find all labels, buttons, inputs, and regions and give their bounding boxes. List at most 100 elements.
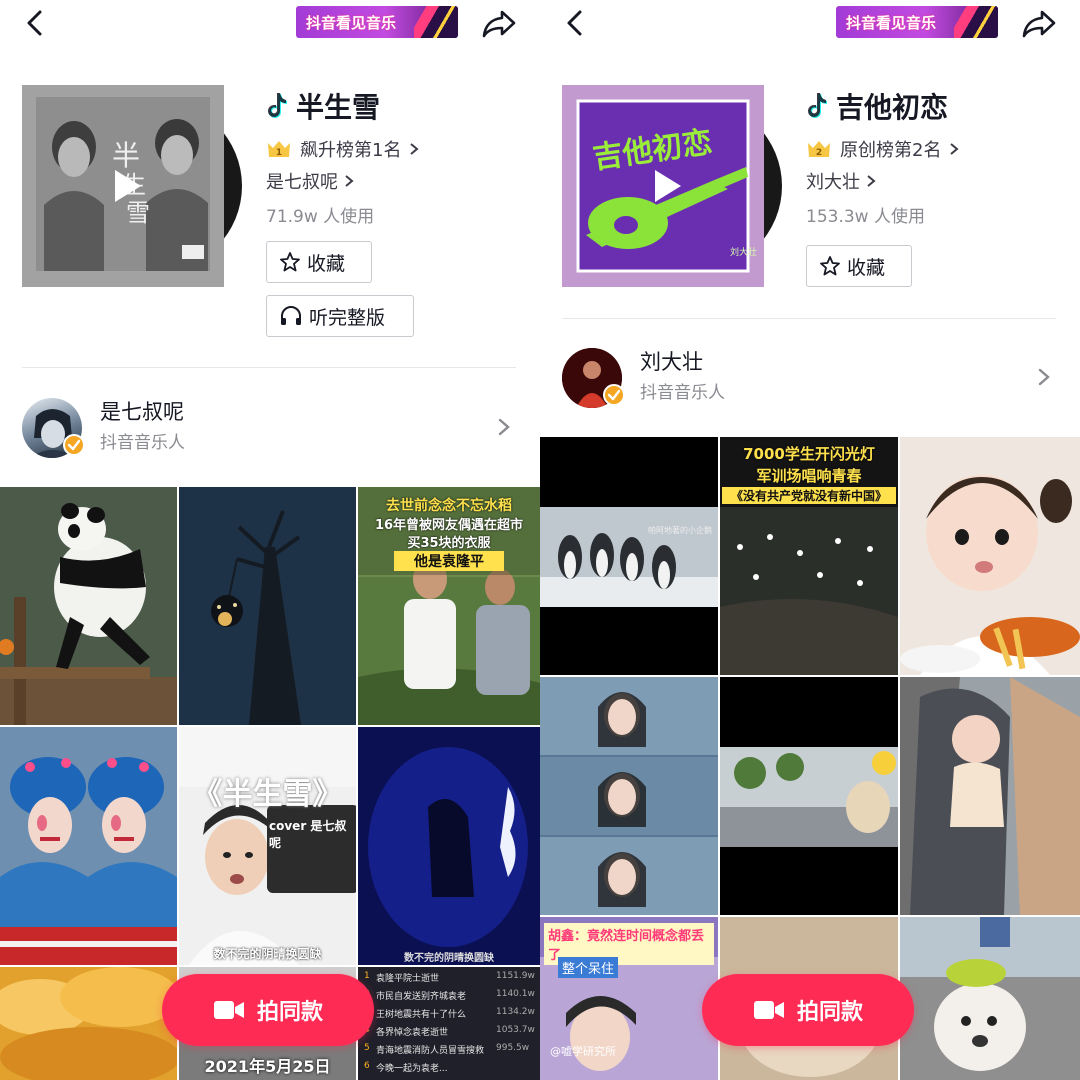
music-banner[interactable]: 抖音看见音乐 — [836, 6, 998, 38]
song-title-row: 半生雪 — [266, 88, 380, 124]
news-list-item: 1 袁隆平院士逝世 1151.9w — [364, 971, 536, 987]
banner-decoration — [414, 6, 458, 38]
video-caption: 帕阿地著的小企鹅 — [648, 526, 712, 535]
creator-name: 是七叔呢 — [100, 400, 184, 424]
shoot-same-label: 拍同款 — [796, 1000, 863, 1025]
video-caption: 16年曾被网友偶遇在超市 — [374, 518, 524, 533]
video-thumbnail-news-list[interactable]: 1袁隆平院士逝世1151.9w2市民自发送别齐城袁老1140.1w3王树地震共有… — [358, 967, 540, 1080]
video-thumbnail-variety-show[interactable]: 胡鑫：竟然连时间概念都丢了 整个呆住 @嘘学研究所 — [540, 917, 718, 1080]
banner-text: 抖音看见音乐 — [306, 14, 397, 32]
full-version-button[interactable]: 听完整版 — [266, 295, 414, 337]
creator-role: 抖音音乐人 — [640, 383, 725, 403]
favorite-button[interactable]: 收藏 — [806, 245, 912, 287]
verified-icon — [603, 384, 625, 406]
favorite-button[interactable]: 收藏 — [266, 241, 372, 283]
video-caption: 他是袁隆平 — [394, 551, 504, 571]
music-note-icon — [268, 93, 287, 118]
chevron-right-icon — [410, 143, 420, 155]
creator-role: 抖音音乐人 — [100, 433, 185, 453]
video-caption: 数不完的阴晴换圆缺 — [404, 953, 494, 964]
chevron-right-icon — [498, 418, 510, 436]
favorite-label: 收藏 — [307, 252, 346, 275]
shoot-same-label: 拍同款 — [256, 1000, 323, 1025]
news-rank: 1 — [364, 971, 370, 981]
full-version-label: 听完整版 — [309, 306, 386, 329]
chart-rank-label: 原创榜第2名 — [840, 140, 942, 161]
usage-count: 153.3w 人使用 — [806, 207, 925, 227]
video-thumbnail-cover-singer[interactable]: 《半生雪》 cover 是七叔呢 数不完的阴晴换圆缺 — [179, 727, 356, 965]
song-title: 半生雪 — [296, 91, 381, 124]
news-title: 青海地震消防人员冒雪搜救 — [376, 1046, 485, 1056]
crown-icon: 1 — [268, 141, 290, 158]
news-list-item: 5 青海地震消防人员冒雪搜救 995.5w — [364, 1043, 536, 1059]
video-thumbnail-baby-carseat[interactable] — [900, 677, 1080, 915]
artist-link[interactable]: 是七叔呢 — [266, 168, 354, 194]
news-list-item: 4各界悼念袁老逝世1053.7w — [364, 1025, 536, 1041]
headphones-icon — [281, 306, 301, 325]
usage-count: 71.9w 人使用 — [266, 207, 375, 227]
share-icon[interactable] — [1020, 6, 1058, 40]
chevron-right-icon — [345, 175, 354, 187]
news-title: 今晚一起为袁老... — [376, 1064, 448, 1074]
divider — [562, 318, 1056, 319]
news-count: 995.5w — [496, 1043, 530, 1053]
banner-text: 抖音看见音乐 — [846, 14, 937, 32]
video-caption: 数不完的阴晴换圆缺 — [213, 947, 322, 961]
video-thumbnail-news-yuan[interactable]: 去世前念念不忘水稻 16年曾被网友偶遇在超市 买35块的衣服 他是袁隆平 — [358, 487, 540, 725]
news-title: 王树地震共有十了什么 — [376, 1010, 467, 1020]
video-thumbnail-penguins[interactable]: 帕阿地著的小企鹅 — [540, 437, 718, 675]
video-thumbnail-blue-night[interactable]: 数不完的阴晴换圆缺 — [358, 727, 540, 965]
video-thumbnail-military-training[interactable]: 7000学生开闪光灯 军训场唱响青春 《没有共产党就没有新中国》 — [720, 437, 898, 675]
video-thumbnail-panda[interactable] — [0, 487, 177, 725]
video-caption: 军训场唱响青春 — [756, 467, 862, 485]
video-thumbnail-clouds[interactable] — [0, 967, 177, 1080]
video-thumbnail-toddler-eating[interactable] — [900, 437, 1080, 675]
back-arrow-icon[interactable] — [560, 6, 590, 40]
creator-row[interactable]: 刘大壮 抖音音乐人 — [540, 338, 1080, 418]
play-icon[interactable] — [107, 167, 145, 205]
news-rank: 5 — [364, 1043, 370, 1053]
video-caption: 《半生雪》 — [192, 777, 343, 812]
back-arrow-icon[interactable] — [20, 6, 50, 40]
chart-rank-link[interactable]: 2 原创榜第2名 — [806, 136, 960, 162]
video-caption: 整个呆住 — [558, 957, 619, 978]
news-count: 1053.7w — [496, 1025, 535, 1035]
news-list-item: 2市民自发送别齐城袁老1140.1w — [364, 989, 536, 1005]
chart-rank-label: 飙升榜第1名 — [300, 140, 402, 161]
artist-link[interactable]: 刘大壮 — [806, 168, 876, 194]
share-icon[interactable] — [480, 6, 518, 40]
svg-text:刘大壮: 刘大壮 — [730, 246, 757, 258]
shoot-same-button[interactable]: 拍同款 — [702, 974, 914, 1046]
chevron-right-icon — [1038, 368, 1050, 386]
video-thumbnail-girl-collage[interactable] — [540, 677, 718, 915]
music-detail-screen-right: 抖音看见音乐 刘大壮 吉他初恋 吉他初恋 2 原创榜第2名 刘大壮 153.3w… — [540, 0, 1080, 1080]
music-banner[interactable]: 抖音看见音乐 — [296, 6, 458, 38]
star-icon — [820, 256, 840, 276]
video-caption: 7000学生开闪光灯 — [743, 445, 875, 463]
favorite-label: 收藏 — [847, 256, 886, 279]
video-thumbnail-dog-street[interactable] — [720, 677, 898, 915]
video-thumbnail-dog-hat[interactable] — [900, 917, 1080, 1080]
crown-icon: 2 — [808, 141, 830, 158]
chevron-right-icon — [867, 175, 876, 187]
svg-text:1: 1 — [276, 148, 282, 158]
video-thumbnail-opera[interactable] — [0, 727, 177, 965]
song-title-row: 吉他初恋 — [806, 88, 948, 124]
top-bar: 抖音看见音乐 — [540, 0, 1080, 48]
shoot-same-button[interactable]: 拍同款 — [162, 974, 374, 1046]
album-cover[interactable]: 半 生 雪 — [22, 85, 224, 287]
verified-icon — [63, 434, 85, 456]
video-caption: 买35块的衣服 — [407, 536, 491, 551]
creator-name: 刘大壮 — [640, 350, 703, 374]
play-icon[interactable] — [647, 167, 685, 205]
video-camera-icon — [213, 1001, 244, 1019]
news-title: 袁隆平院士逝世 — [376, 974, 440, 984]
creator-row[interactable]: 是七叔呢 抖音音乐人 — [0, 388, 540, 468]
video-watermark: @嘘学研究所 — [550, 1045, 616, 1058]
artist-name: 是七叔呢 — [266, 172, 338, 193]
album-cover[interactable]: 刘大壮 吉他初恋 — [562, 85, 764, 287]
video-thumbnail-tree[interactable] — [179, 487, 356, 725]
video-caption: 《没有共产党就没有新中国》 — [722, 487, 896, 504]
news-count: 1140.1w — [496, 989, 535, 999]
chart-rank-link[interactable]: 1 飙升榜第1名 — [266, 136, 420, 162]
